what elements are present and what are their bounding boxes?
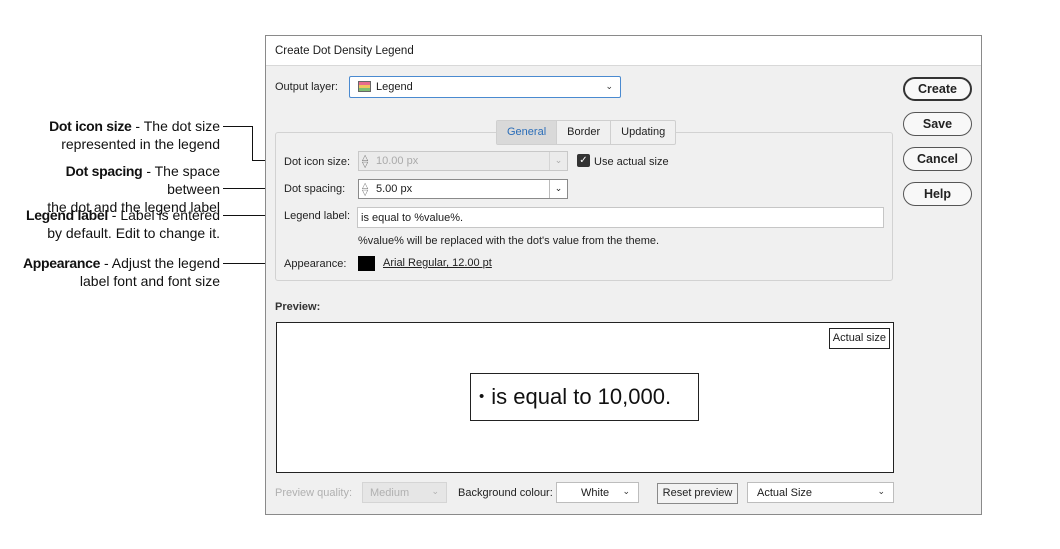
preview-quality-label: Preview quality:	[275, 487, 353, 499]
appearance-color-swatch[interactable]	[358, 256, 375, 271]
callout-text: by default. Edit to change it.	[47, 225, 220, 241]
save-button[interactable]: Save	[903, 112, 972, 136]
legend-label-label: Legend label:	[284, 210, 351, 222]
preview-quality-dropdown: Medium ⌄	[362, 482, 447, 503]
zoom-value: Actual Size	[757, 487, 813, 499]
tab-border[interactable]: Border	[557, 121, 612, 144]
appearance-font-link[interactable]: Arial Regular, 12.00 pt	[383, 257, 492, 269]
dialog-title: Create Dot Density Legend	[266, 36, 981, 66]
dot-spacing-value: 5.00 px	[376, 183, 413, 195]
preview-panel: Actual size • is equal to 10,000.	[276, 322, 894, 473]
background-colour-label: Background colour:	[458, 487, 553, 499]
chevron-down-icon: ⌄	[605, 81, 613, 91]
callout-text: - Label is entered	[107, 207, 220, 223]
callout-dot-icon-size: Dot icon size - The dot size represented…	[10, 117, 220, 153]
output-layer-value: Legend	[376, 81, 413, 93]
stepper-arrows-icon: △ ▽	[362, 153, 369, 169]
callout-title: Appearance	[22, 255, 101, 271]
reset-preview-button[interactable]: Reset preview	[657, 483, 738, 504]
legend-sample-text: is equal to 10,000.	[491, 384, 672, 409]
dot-icon-size-label: Dot icon size:	[284, 156, 351, 168]
tab-general[interactable]: General	[497, 121, 558, 144]
settings-tabs: General Border Updating	[496, 120, 677, 145]
callout-title: Legend label	[25, 207, 108, 223]
background-colour-value: White	[581, 487, 610, 499]
background-colour-dropdown[interactable]: White ⌄	[556, 482, 639, 503]
actual-size-badge: Actual size	[828, 328, 890, 349]
chevron-down-icon: ⌄	[431, 486, 439, 496]
legend-label-hint: %value% will be replaced with the dot's …	[358, 235, 660, 247]
callout-text: - The space between	[142, 163, 220, 197]
cancel-button[interactable]: Cancel	[903, 147, 972, 171]
legend-label-input[interactable]: is equal to %value%.	[357, 207, 884, 228]
legend-dot-icon: •	[479, 388, 485, 405]
callout-text: - Adjust the legend	[100, 255, 220, 271]
dot-icon-size-stepper: △ ▽ 10.00 px ⌄	[358, 151, 568, 171]
preview-title: Preview:	[275, 301, 321, 313]
callout-appearance: Appearance - Adjust the legend label fon…	[10, 254, 220, 290]
callout-title: Dot icon size	[49, 118, 132, 134]
callout-text: represented in the legend	[61, 136, 220, 152]
stepper-arrows-icon[interactable]: △ ▽	[362, 182, 368, 197]
dot-icon-size-value: 10.00 px	[376, 155, 419, 167]
output-layer-label: Output layer:	[275, 81, 338, 93]
preview-quality-value: Medium	[370, 487, 410, 499]
zoom-dropdown[interactable]: Actual Size ⌄	[747, 482, 894, 503]
legend-sample: • is equal to 10,000.	[470, 373, 699, 421]
leader-line	[252, 126, 253, 161]
help-button[interactable]: Help	[903, 182, 972, 206]
callout-legend-label: Legend label - Label is entered by defau…	[10, 206, 220, 242]
callout-title: Dot spacing	[65, 163, 143, 179]
create-button[interactable]: Create	[903, 77, 972, 101]
appearance-label: Appearance:	[284, 258, 347, 270]
output-layer-dropdown[interactable]: Legend ⌄	[349, 76, 621, 98]
callout-text: - The dot size	[131, 118, 220, 134]
chevron-down-icon: ⌄	[549, 152, 567, 170]
tab-updating[interactable]: Updating	[611, 121, 675, 144]
chevron-down-icon: ⌄	[877, 486, 885, 496]
leader-line	[223, 126, 252, 127]
use-actual-size-checkbox[interactable]: ✓	[577, 154, 590, 167]
legend-layer-icon	[358, 81, 371, 92]
chevron-down-icon[interactable]: ⌄	[549, 180, 567, 198]
create-dot-density-legend-dialog: Create Dot Density Legend Output layer: …	[265, 35, 982, 515]
chevron-down-icon: ⌄	[622, 486, 630, 496]
dot-spacing-label: Dot spacing:	[284, 183, 346, 195]
callout-text: label font and font size	[79, 273, 220, 289]
dot-spacing-stepper[interactable]: △ ▽ 5.00 px ⌄	[358, 179, 568, 199]
use-actual-size-label: Use actual size	[594, 156, 669, 168]
